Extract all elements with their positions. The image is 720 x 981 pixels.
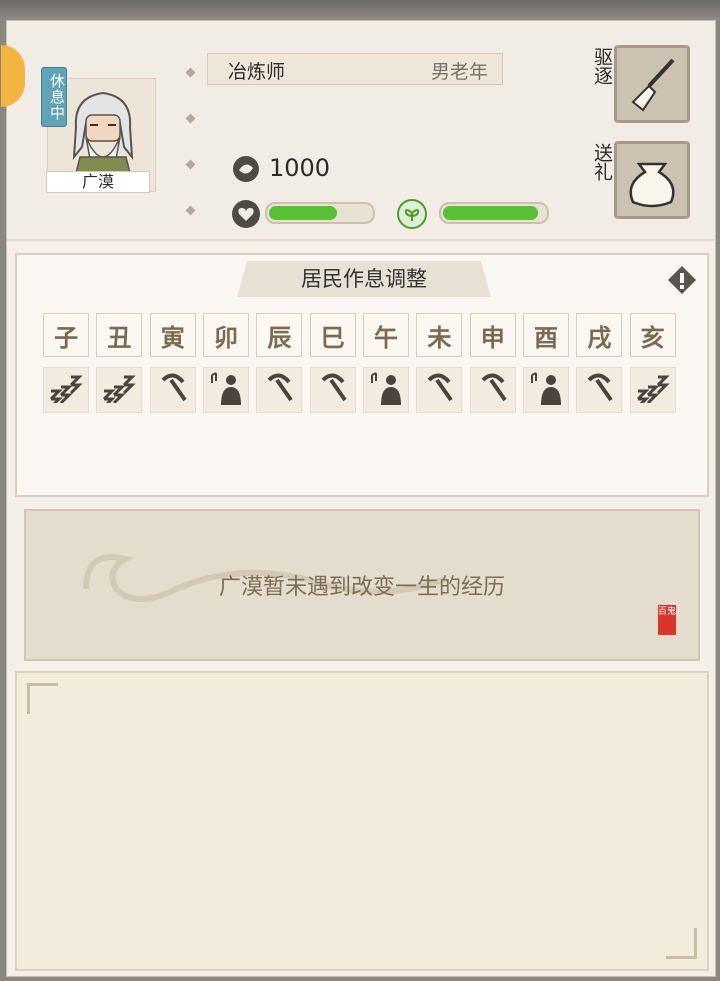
coin-icon — [233, 156, 259, 182]
coin-value: 1000 — [269, 154, 331, 182]
pickaxe-icon — [317, 372, 349, 408]
activity-cell[interactable] — [416, 367, 463, 413]
life-story-card: 广漠暂未遇到改变一生的经历 百鬼 — [24, 509, 700, 661]
pickaxe-icon — [583, 372, 615, 408]
pickaxe-icon — [477, 372, 509, 408]
side-tab[interactable] — [1, 45, 25, 107]
hour-cell: 丑 — [96, 313, 143, 357]
music-rest-icon — [529, 371, 563, 409]
sleep-icon — [636, 373, 670, 409]
gift-label: 送礼 — [591, 143, 613, 181]
activity-cell[interactable] — [96, 367, 143, 413]
expel-label: 驱逐 — [591, 47, 613, 85]
sleep-icon — [49, 373, 83, 409]
pickaxe-icon — [157, 372, 189, 408]
mood-bar — [439, 202, 549, 224]
gift-bag-icon — [629, 162, 675, 208]
hour-cell: 未 — [416, 313, 463, 357]
hour-cell: 寅 — [149, 313, 196, 357]
health-bar — [265, 202, 375, 224]
activity-cell[interactable] — [522, 367, 570, 413]
schedule-panel: 居民作息调整 子丑寅卯辰巳午未申酉戌亥 — [15, 253, 709, 497]
bullet-dot — [185, 113, 196, 124]
hour-cell: 卯 — [202, 313, 250, 357]
broom-icon — [631, 58, 675, 112]
hour-cell: 申 — [469, 313, 516, 357]
heart-icon — [232, 200, 260, 228]
bullet-dot — [185, 159, 196, 170]
hour-cell: 午 — [362, 313, 410, 357]
activity-cell[interactable] — [576, 367, 623, 413]
schedule-title: 居民作息调整 — [237, 261, 491, 297]
job-field: 冶炼师 男老年 — [207, 53, 503, 85]
corner-decor — [666, 928, 697, 959]
activity-cell[interactable] — [309, 367, 356, 413]
music-rest-icon — [209, 371, 243, 409]
pickaxe-icon — [263, 372, 295, 408]
health-fill — [269, 206, 337, 220]
hours-row: 子丑寅卯辰巳午未申酉戌亥 — [43, 313, 683, 357]
notes-panel — [15, 671, 709, 971]
resident-panel: 休息中 广漠 冶炼师 男老年 1000 驱逐 送礼 居民作息调整 子 丑 寅 卯… — [1, 20, 716, 977]
seal-stamp: 百鬼 — [658, 605, 676, 635]
sleep-icon — [102, 373, 137, 409]
hour-cell: 巳 — [309, 313, 356, 357]
bullet-dot — [185, 67, 196, 78]
activity-cell[interactable] — [149, 367, 196, 413]
activity-cell[interactable] — [362, 367, 410, 413]
bullet-dot — [185, 205, 196, 216]
mood-leaf-icon — [397, 199, 427, 229]
activity-cell[interactable] — [202, 367, 250, 413]
age-gender-label: 男老年 — [430, 61, 488, 83]
job-label: 冶炼师 — [228, 61, 286, 83]
pickaxe-icon — [423, 372, 455, 408]
hour-cell: 酉 — [522, 313, 570, 357]
resident-header: 休息中 广漠 冶炼师 男老年 1000 驱逐 送礼 — [1, 21, 715, 241]
hour-cell: 亥 — [629, 313, 676, 357]
status-badge: 休息中 — [41, 67, 67, 127]
elder-portrait-icon — [72, 91, 134, 181]
activity-cell[interactable] — [43, 367, 90, 413]
expel-button[interactable] — [614, 45, 690, 123]
hour-cell: 辰 — [256, 313, 303, 357]
life-story-text: 广漠暂未遇到改变一生的经历 — [218, 575, 505, 600]
corner-decor — [27, 683, 58, 714]
activities-row — [43, 367, 683, 413]
hour-cell: 子 — [43, 313, 90, 357]
activity-cell[interactable] — [629, 367, 676, 413]
music-rest-icon — [369, 371, 403, 409]
gift-button[interactable] — [614, 141, 690, 219]
activity-cell[interactable] — [256, 367, 303, 413]
hour-cell: 戌 — [576, 313, 623, 357]
info-alert-icon[interactable] — [667, 265, 697, 295]
mood-fill — [443, 206, 539, 220]
top-bar — [0, 0, 720, 20]
resident-name: 广漠 — [46, 171, 150, 193]
activity-cell[interactable] — [469, 367, 516, 413]
